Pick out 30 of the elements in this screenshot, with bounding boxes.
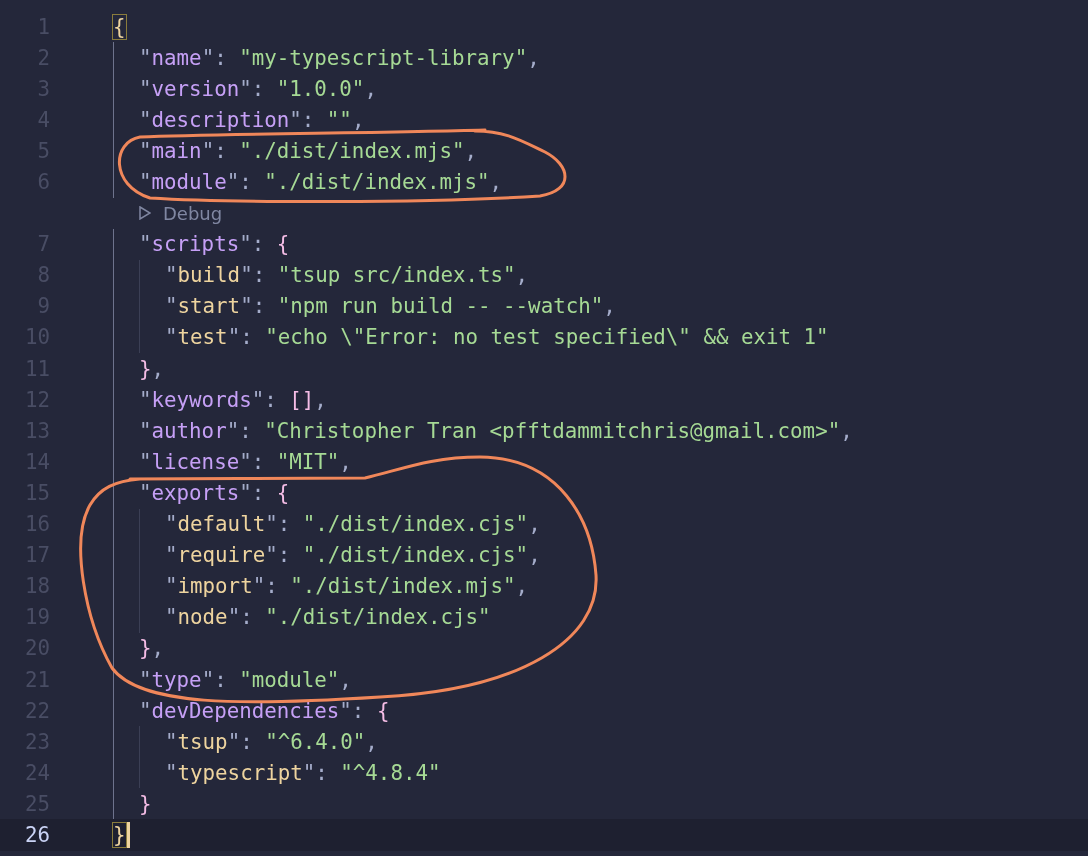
code-line: } (139, 791, 152, 816)
code-line: "exports": { (139, 480, 290, 505)
code-line: "typescript": "^4.8.4" (165, 760, 441, 785)
code-line: "tsup": "^6.4.0", (165, 729, 378, 754)
debug-link[interactable]: Debug (163, 202, 223, 224)
code-line: "module": "./dist/index.mjs", (139, 170, 503, 194)
line-number: 26 (23, 823, 50, 847)
code-line: }, (139, 636, 165, 661)
code-line: "require": "./dist/index.cjs", (165, 543, 541, 568)
code-line: "version": "1.0.0", (139, 76, 377, 101)
text-cursor (126, 822, 130, 848)
code-line: "build": "tsup src/index.ts", (165, 263, 529, 288)
code-line: "test": "echo \"Error: no test specified\" && exit 1" (165, 325, 829, 350)
code-line: "node": "./dist/index.cjs" (165, 605, 491, 630)
code-line: }, (139, 356, 165, 381)
code-line: "start": "npm run build -- --watch", (165, 294, 616, 319)
code-line: "name": "my-typescript-library", (139, 45, 540, 70)
code-line: "default": "./dist/index.cjs", (165, 512, 541, 537)
code-line: "main": "./dist/index.mjs", (139, 138, 478, 163)
code-line: "keywords": [], (139, 387, 327, 412)
code-line: "license": "MIT", (139, 449, 352, 474)
code-line: "author": "Christopher Tran <pfftdammitchris@gmail.com>", (139, 418, 853, 443)
code-line: } (113, 823, 126, 847)
code-line: "import": "./dist/index.mjs", (165, 574, 529, 599)
code-line: "description": "", (139, 107, 365, 132)
code-line: "scripts": { (139, 232, 290, 257)
play-icon (139, 206, 151, 221)
code-line: { (113, 14, 126, 39)
code-line: "devDependencies": { (139, 698, 390, 723)
code-line: "type": "module", (139, 667, 352, 692)
